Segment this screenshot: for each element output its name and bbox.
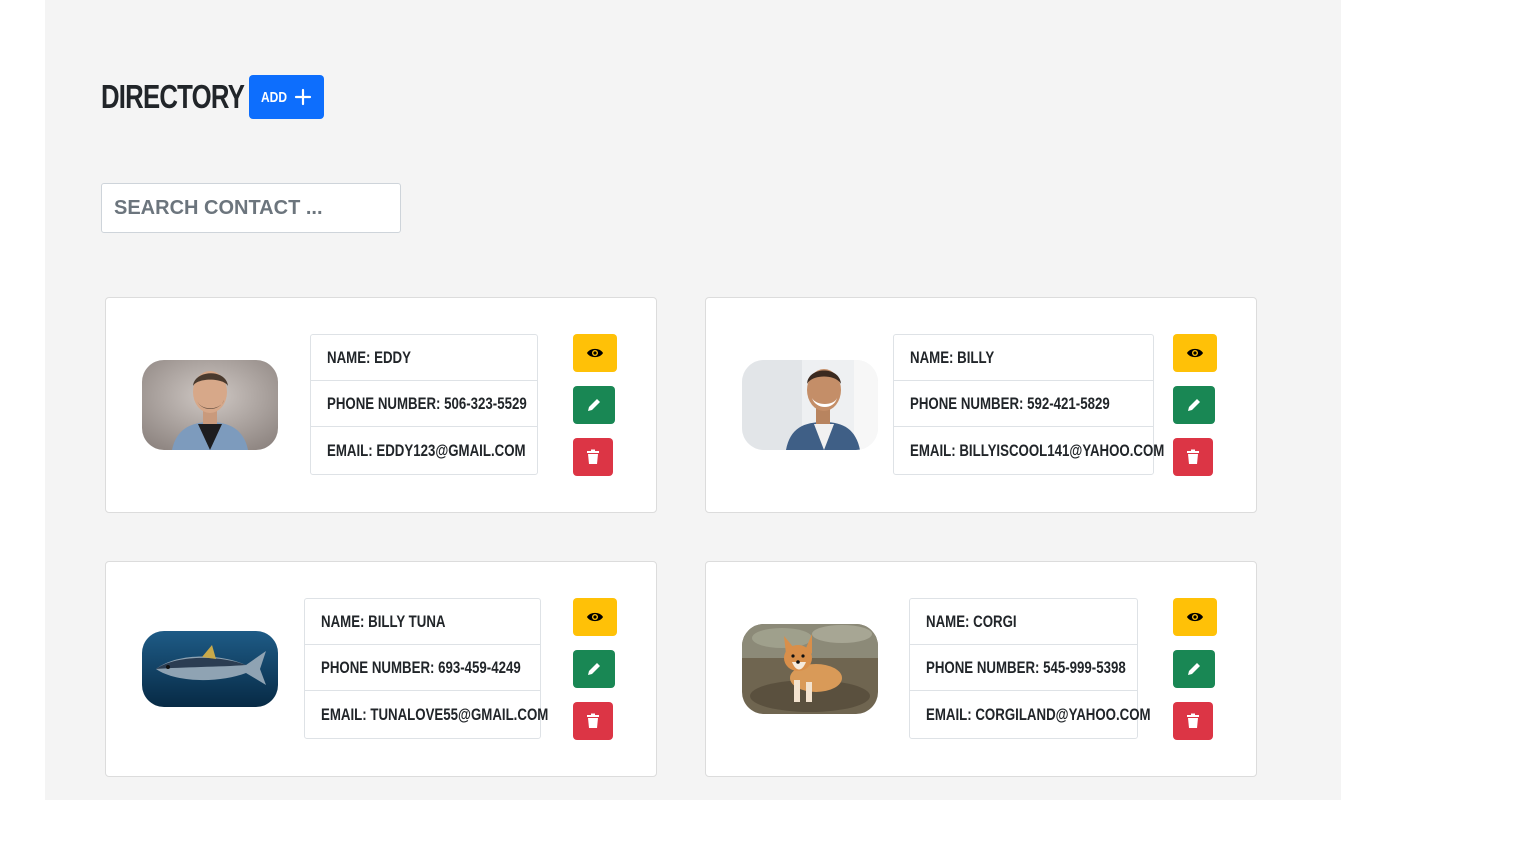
- delete-contact-button[interactable]: [1173, 702, 1213, 740]
- edit-contact-button[interactable]: [573, 650, 615, 688]
- contact-name: NAME: BILLY TUNA: [305, 599, 540, 645]
- add-button-label: ADD: [261, 88, 287, 106]
- view-contact-button[interactable]: [1173, 334, 1217, 372]
- eye-icon: [587, 348, 603, 358]
- contact-photo-billy-tuna: [142, 631, 278, 707]
- eye-icon: [1187, 348, 1203, 358]
- contact-phone: PHONE NUMBER: 592-421-5829: [894, 381, 1153, 427]
- page-header: Directory ADD: [101, 75, 324, 119]
- contact-email: EMAIL: BILLYISCOOL141@YAHOO.COM: [910, 440, 1165, 460]
- delete-contact-button[interactable]: [1173, 438, 1213, 476]
- edit-contact-button[interactable]: [573, 386, 615, 424]
- contact-phone: PHONE NUMBER: 506-323-5529: [311, 381, 537, 427]
- eye-icon: [587, 612, 603, 622]
- contact-info: NAME: EDDY PHONE NUMBER: 506-323-5529 EM…: [310, 334, 538, 475]
- smiling-man-photo: [742, 360, 878, 450]
- pencil-icon: [1188, 663, 1200, 675]
- corgi-dog-photo: [742, 624, 878, 714]
- plus-icon: [294, 88, 311, 106]
- trash-icon: [1187, 449, 1199, 464]
- contact-card: NAME: BILLY PHONE NUMBER: 592-421-5829 E…: [705, 297, 1257, 513]
- man-portrait-photo: [142, 360, 278, 450]
- contact-phone: PHONE NUMBER: 545-999-5398: [910, 645, 1137, 691]
- contact-name: NAME: EDDY: [311, 335, 537, 381]
- contact-phone: PHONE NUMBER: 693-459-4249: [305, 645, 540, 691]
- contact-card: NAME: CORGI PHONE NUMBER: 545-999-5398 E…: [705, 561, 1257, 777]
- trash-icon: [587, 713, 599, 728]
- contact-email: EMAIL: CORGILAND@YAHOO.COM: [926, 704, 1151, 724]
- pencil-icon: [588, 399, 600, 411]
- add-contact-button[interactable]: ADD: [249, 75, 324, 119]
- trash-icon: [587, 449, 599, 464]
- tuna-fish-photo: [142, 631, 278, 707]
- contact-card: NAME: BILLY TUNA PHONE NUMBER: 693-459-4…: [105, 561, 657, 777]
- contact-email: EMAIL: EDDY123@GMAIL.COM: [327, 440, 526, 460]
- contact-photo-eddy: [142, 360, 278, 450]
- trash-icon: [1187, 713, 1199, 728]
- contact-info: NAME: BILLY TUNA PHONE NUMBER: 693-459-4…: [304, 598, 549, 739]
- contact-card: NAME: EDDY PHONE NUMBER: 506-323-5529 EM…: [105, 297, 657, 513]
- pencil-icon: [588, 663, 600, 675]
- eye-icon: [1187, 612, 1203, 622]
- pencil-icon: [1188, 399, 1200, 411]
- contact-info: NAME: BILLY PHONE NUMBER: 592-421-5829 E…: [893, 334, 1165, 475]
- search-input[interactable]: [101, 183, 401, 233]
- view-contact-button[interactable]: [573, 598, 617, 636]
- view-contact-button[interactable]: [1173, 598, 1217, 636]
- contact-email: EMAIL: TUNALOVE55@GMAIL.COM: [321, 704, 549, 724]
- edit-contact-button[interactable]: [1173, 650, 1215, 688]
- contact-name: NAME: CORGI: [910, 599, 1137, 645]
- contact-photo-billy: [742, 360, 878, 450]
- contact-photo-corgi: [742, 624, 878, 714]
- delete-contact-button[interactable]: [573, 438, 613, 476]
- view-contact-button[interactable]: [573, 334, 617, 372]
- contact-name: NAME: BILLY: [894, 335, 1153, 381]
- page-title: Directory: [101, 78, 245, 115]
- delete-contact-button[interactable]: [573, 702, 613, 740]
- edit-contact-button[interactable]: [1173, 386, 1215, 424]
- contact-info: NAME: CORGI PHONE NUMBER: 545-999-5398 E…: [909, 598, 1151, 739]
